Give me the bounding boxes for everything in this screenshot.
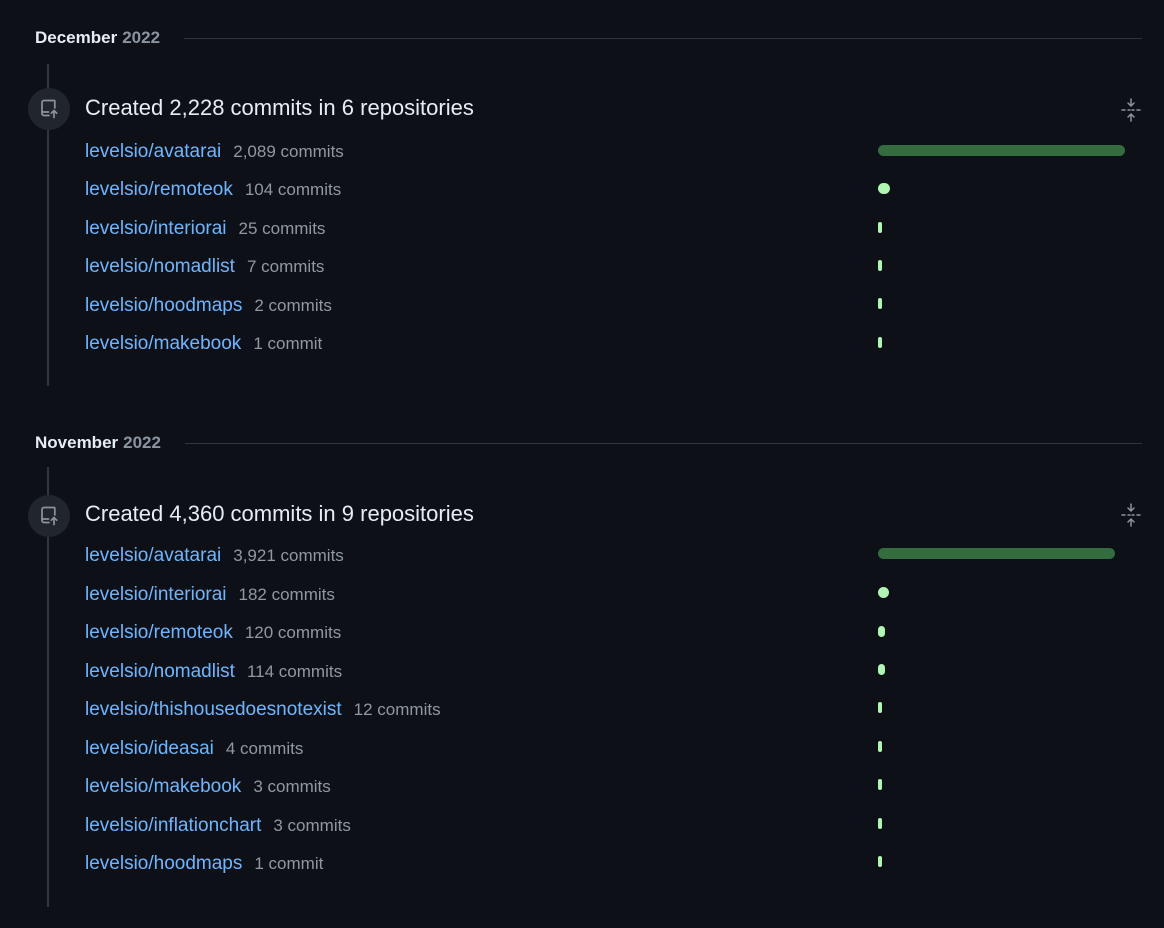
commit-bar [878, 664, 885, 675]
contribution-activity: December 2022 Created 2,228 commits in 6 … [0, 0, 1164, 928]
repo-link[interactable]: levelsio/makebook [85, 333, 241, 355]
collapse-button[interactable] [1119, 96, 1143, 124]
commit-count: 3 commits [273, 816, 351, 835]
repo-push-icon [41, 506, 58, 526]
commit-bar [878, 779, 882, 790]
commit-bar [878, 145, 1125, 156]
repo-row: levelsio/inflationchart 3 commits [85, 813, 351, 839]
repo-row: levelsio/hoodmaps 1 commit [85, 851, 323, 877]
commit-count: 3 commits [253, 777, 331, 796]
repo-link[interactable]: levelsio/hoodmaps [85, 853, 242, 875]
month-divider [184, 37, 1142, 39]
repo-row: levelsio/interiorai 182 commits [85, 582, 335, 608]
repo-link[interactable]: levelsio/ideasai [85, 738, 214, 760]
fold-icon [1121, 503, 1141, 527]
month-label: November 2022 [35, 433, 161, 452]
commit-count: 7 commits [246, 257, 325, 276]
commit-bar [878, 222, 882, 233]
repo-link[interactable]: levelsio/avatarai [85, 545, 221, 567]
repo-row: levelsio/thishousedoesnotexist 12 commit… [85, 697, 441, 723]
commit-bar [878, 818, 882, 829]
repo-row: levelsio/nomadlist 114 commits [85, 659, 342, 685]
commit-count: 104 commits [244, 180, 342, 199]
commit-bar [878, 856, 882, 867]
commit-count: 12 commits [353, 700, 441, 719]
repo-link[interactable]: levelsio/interiorai [85, 584, 227, 606]
repo-row: levelsio/avatarai 2,089 commits [85, 139, 344, 165]
commit-count: 2 commits [254, 296, 332, 315]
commit-count: 114 commits [246, 662, 343, 681]
fold-icon [1121, 98, 1141, 122]
commit-count: 1 commit [254, 854, 324, 873]
month-divider [184, 442, 1142, 444]
commit-summary: Created 2,228 commits in 6 repositories [85, 95, 474, 120]
repo-row: levelsio/interiorai 25 commits [85, 216, 325, 242]
month-label: December 2022 [35, 28, 161, 47]
collapse-button[interactable] [1119, 501, 1143, 529]
commit-count: 3,921 commits [233, 546, 344, 565]
repo-link[interactable]: levelsio/remoteok [85, 179, 233, 201]
month-year: 2022 [123, 433, 161, 452]
repo-push-icon [41, 99, 58, 119]
commit-bar [878, 260, 882, 271]
repo-link[interactable]: levelsio/remoteok [85, 622, 233, 644]
repo-row: levelsio/avatarai 3,921 commits [85, 543, 344, 569]
commit-count: 2,089 commits [233, 142, 344, 161]
commit-bar [878, 548, 1115, 559]
repo-row: levelsio/makebook 3 commits [85, 774, 331, 800]
repo-link[interactable]: levelsio/inflationchart [85, 815, 261, 837]
commit-count: 4 commits [225, 739, 304, 758]
repo-link[interactable]: levelsio/hoodmaps [85, 295, 242, 317]
repo-link[interactable]: levelsio/interiorai [85, 218, 227, 240]
commit-bar [878, 183, 890, 194]
commit-bar [878, 587, 889, 598]
repo-row: levelsio/nomadlist 7 commits [85, 254, 324, 280]
commit-count: 120 commits [244, 623, 342, 642]
repo-row: levelsio/remoteok 120 commits [85, 620, 341, 646]
month-header-november: November 2022 [35, 431, 1142, 455]
commit-count: 25 commits [238, 219, 326, 238]
commit-bar [878, 741, 882, 752]
repo-row: levelsio/hoodmaps 2 commits [85, 293, 332, 319]
commits-badge [28, 495, 70, 537]
commit-bar [878, 626, 885, 637]
commit-bar [878, 298, 882, 309]
repo-row: levelsio/remoteok 104 commits [85, 177, 341, 203]
commit-count: 1 commit [253, 334, 323, 353]
repo-link[interactable]: levelsio/nomadlist [85, 661, 235, 683]
month-header-december: December 2022 [35, 26, 1142, 50]
repo-link[interactable]: levelsio/makebook [85, 776, 241, 798]
commits-badge [28, 88, 70, 130]
commit-bar [878, 337, 882, 348]
repo-row: levelsio/ideasai 4 commits [85, 736, 303, 762]
repo-link[interactable]: levelsio/thishousedoesnotexist [85, 699, 342, 721]
month-year: 2022 [122, 28, 161, 47]
commit-count: 182 commits [238, 585, 335, 604]
commit-bar [878, 702, 882, 713]
repo-row: levelsio/makebook 1 commit [85, 331, 322, 357]
repo-link[interactable]: levelsio/nomadlist [85, 256, 235, 278]
commit-summary: Created 4,360 commits in 9 repositories [85, 501, 474, 526]
repo-link[interactable]: levelsio/avatarai [85, 141, 221, 163]
